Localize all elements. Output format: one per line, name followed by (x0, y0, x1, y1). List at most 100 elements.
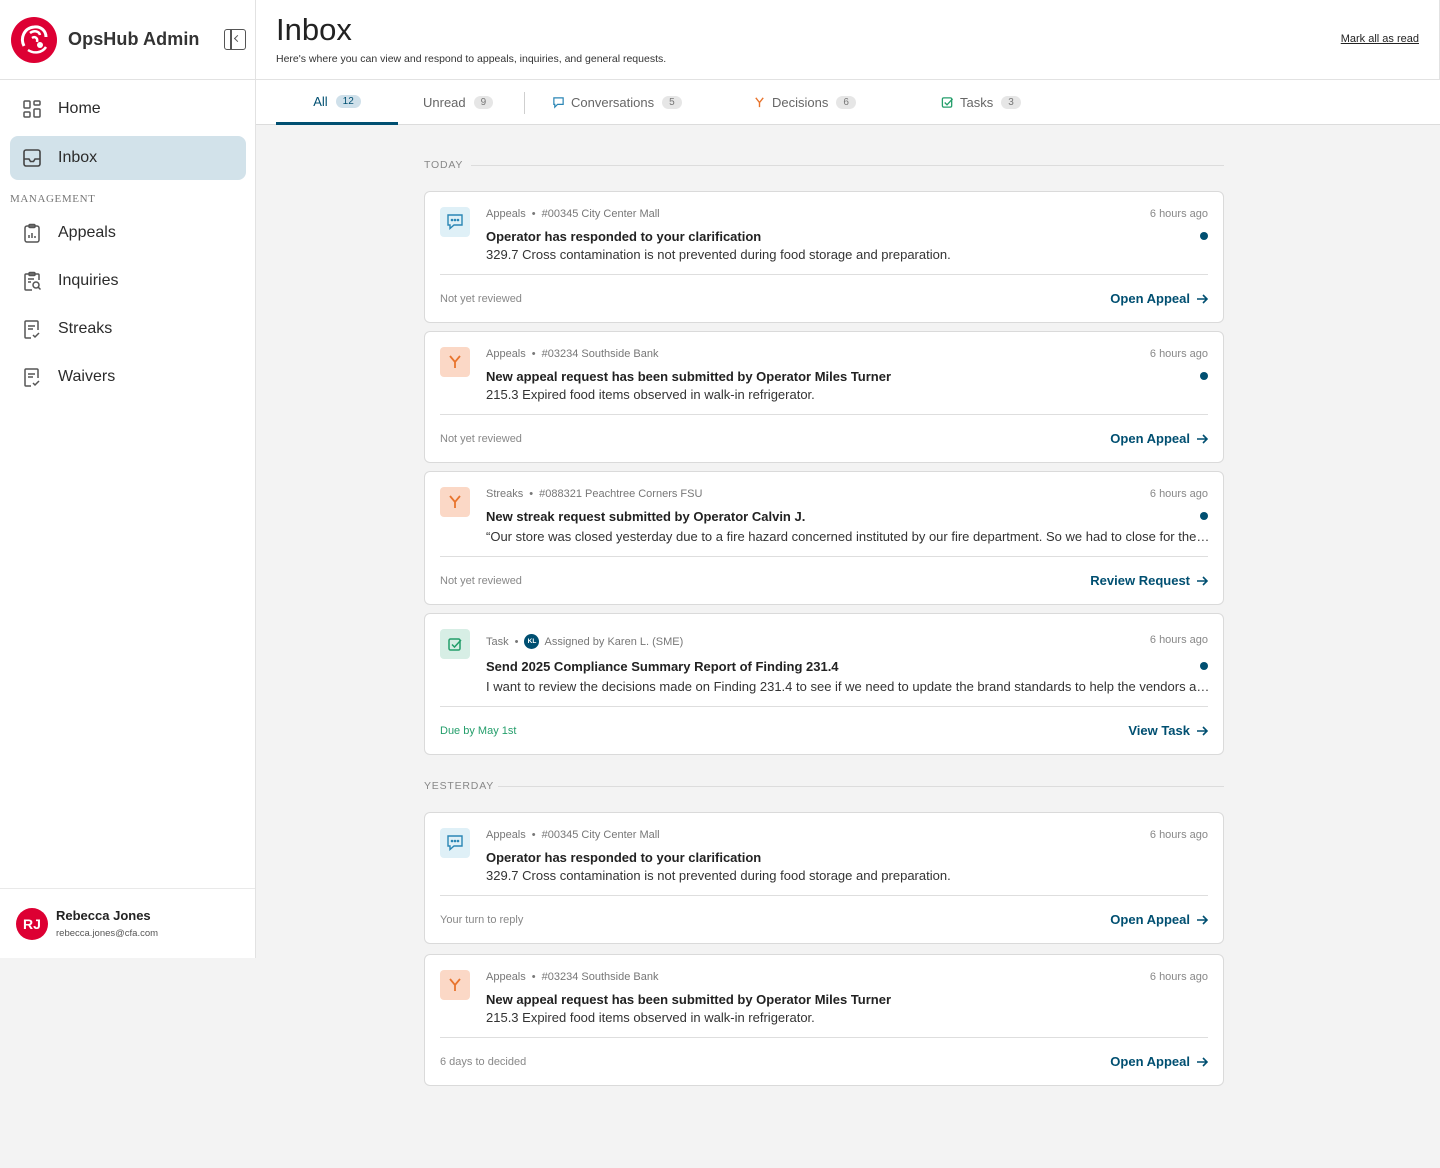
sidebar-item-waivers[interactable]: Waivers (10, 355, 246, 399)
card-reference: #00345 City Center Mall (541, 208, 660, 220)
arrow-right-icon (1197, 725, 1208, 736)
card-time: 6 hours ago (1149, 971, 1208, 983)
tab-unread[interactable]: Unread 9 (423, 80, 494, 125)
card-reference: #03234 Southside Bank (541, 348, 659, 360)
action-label: Open Appeal (1110, 912, 1190, 927)
card-reference: #03234 Southside Bank (541, 971, 659, 983)
sidebar-item-label: Streaks (58, 320, 113, 337)
card-reference: Assigned by Karen L. (SME) (544, 635, 684, 648)
card-meta: Streaks • #088321 Peachtree Corners FSU (486, 488, 703, 500)
sidebar-item-inbox[interactable]: Inbox (10, 136, 246, 180)
clipboard-check-icon (24, 368, 40, 387)
inbox-card[interactable]: Appeals • #03234 Southside Bank 6 hours a… (424, 954, 1224, 1086)
inbox-card[interactable]: Appeals • #00345 City Center Mall 6 hours… (424, 191, 1224, 323)
arrow-right-icon (1197, 914, 1208, 925)
unread-indicator (1200, 372, 1208, 380)
card-category: Appeals (486, 348, 526, 360)
unread-indicator (1200, 232, 1208, 240)
card-meta: Appeals • #03234 Southside Bank (486, 348, 659, 360)
card-status: Not yet reviewed (440, 433, 522, 445)
card-due-date: Due by May 1st (440, 725, 517, 737)
branch-icon (755, 97, 764, 108)
inbox-card[interactable]: Task • KL Assigned by Karen L. (SME) 6 ho… (424, 613, 1224, 755)
clipboard-chart-icon (24, 223, 40, 243)
open-appeal-button[interactable]: Open Appeal (1110, 912, 1208, 927)
arrow-right-icon (1197, 433, 1208, 444)
card-category: Task (486, 635, 509, 648)
chat-bubble-icon (440, 828, 470, 858)
card-body: 215.3 Expired food items observed in wal… (486, 1010, 815, 1025)
card-meta: Appeals • #00345 City Center Mall (486, 829, 660, 841)
card-reference: #088321 Peachtree Corners FSU (539, 488, 703, 500)
card-time: 6 hours ago (1149, 634, 1208, 646)
card-title: New appeal request has been submitted by… (486, 992, 892, 1007)
card-category: Appeals (486, 971, 526, 983)
unread-indicator (1200, 512, 1208, 520)
branch-icon (440, 487, 470, 517)
tab-decisions[interactable]: Decisions 6 (753, 80, 856, 125)
tab-label: Unread (423, 95, 466, 110)
tab-label: Decisions (772, 95, 829, 110)
card-title: Operator has responded to your clarifica… (486, 850, 762, 865)
card-title: New appeal request has been submitted by… (486, 369, 892, 384)
card-time: 6 hours ago (1149, 348, 1208, 360)
inbox-card[interactable]: Appeals • #00345 City Center Mall 6 hours… (424, 812, 1224, 944)
card-meta: Appeals • #00345 City Center Mall (486, 208, 660, 220)
tab-tasks[interactable]: Tasks 3 (941, 80, 1021, 125)
tab-divider (524, 92, 525, 114)
open-appeal-button[interactable]: Open Appeal (1110, 431, 1208, 446)
user-profile[interactable]: RJ Rebecca Jones rebecca.jones@cfa.com (0, 888, 255, 958)
card-divider (440, 895, 1208, 896)
arrow-right-icon (1197, 293, 1208, 304)
view-task-button[interactable]: View Task (1128, 723, 1208, 738)
card-title: Operator has responded to your clarifica… (486, 229, 762, 244)
tab-label: Conversations (571, 95, 655, 110)
card-body: 215.3 Expired food items observed in wal… (486, 387, 815, 402)
card-divider (440, 706, 1208, 707)
inbox-card[interactable]: Appeals • #03234 Southside Bank 6 hours a… (424, 331, 1224, 463)
chat-bubble-icon (553, 97, 564, 109)
review-request-button[interactable]: Review Request (1090, 573, 1208, 588)
group-label-today: TODAY (424, 159, 464, 171)
branch-icon (440, 347, 470, 377)
card-body: 329.7 Cross contamination is not prevent… (486, 868, 951, 883)
tab-label: Tasks (960, 95, 994, 110)
sidebar-item-home[interactable]: Home (10, 87, 246, 131)
section-label-management: MANAGEMENT (10, 193, 96, 205)
open-appeal-button[interactable]: Open Appeal (1110, 1054, 1208, 1069)
tab-label: All (313, 93, 328, 109)
card-body: I want to review the decisions made on F… (486, 679, 1211, 694)
sidebar-item-inquiries[interactable]: Inquiries (10, 259, 246, 303)
action-label: Open Appeal (1110, 291, 1190, 306)
card-meta: Appeals • #03234 Southside Bank (486, 971, 659, 983)
inbox-card[interactable]: Streaks • #088321 Peachtree Corners FSU 6… (424, 471, 1224, 605)
checkbox-icon (440, 629, 470, 659)
group-divider (471, 165, 1224, 166)
tab-conversations[interactable]: Conversations 5 (552, 80, 682, 125)
card-divider (440, 556, 1208, 557)
page-subtitle: Here's where you can view and respond to… (276, 53, 667, 65)
card-time: 6 hours ago (1149, 829, 1208, 841)
sidebar-item-appeals[interactable]: Appeals (10, 211, 246, 255)
tab-count: 12 (335, 94, 361, 108)
tab-count: 3 (1001, 96, 1021, 109)
collapse-sidebar-icon[interactable] (224, 29, 246, 50)
tab-count: 5 (662, 96, 682, 109)
grid-icon (23, 100, 41, 118)
card-status: Not yet reviewed (440, 293, 522, 305)
page-header: Inbox Here's where you can view and resp… (256, 0, 1440, 80)
sidebar-item-streaks[interactable]: Streaks (10, 307, 246, 351)
filter-tabs: All 12 Unread 9 Conversations 5 Decision… (256, 80, 1440, 125)
brand-header: OpsHub Admin (0, 0, 255, 80)
tab-all[interactable]: All 12 (276, 80, 398, 125)
user-name: Rebecca Jones (56, 908, 151, 923)
clipboard-search-icon (24, 271, 42, 291)
app-name: OpsHub Admin (68, 29, 200, 49)
mark-all-read-link[interactable]: Mark all as read (1341, 33, 1419, 45)
page-title: Inbox (276, 12, 352, 47)
arrow-right-icon (1197, 1056, 1208, 1067)
open-appeal-button[interactable]: Open Appeal (1110, 291, 1208, 306)
avatar: RJ (16, 907, 48, 940)
sidebar-item-label: Inquiries (58, 272, 119, 289)
card-meta: Task • KL Assigned by Karen L. (SME) (486, 634, 684, 649)
